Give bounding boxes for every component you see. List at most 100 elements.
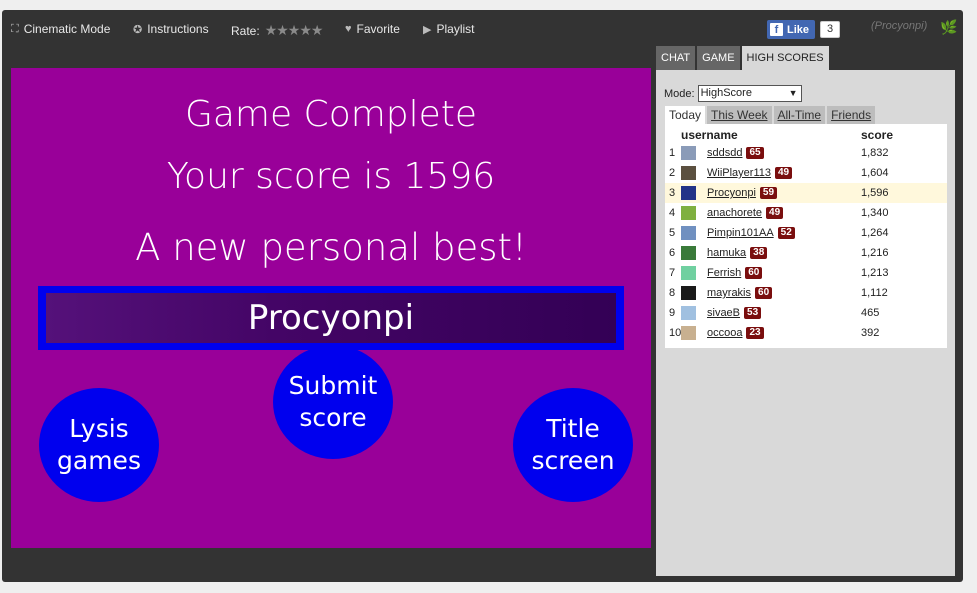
level-badge: 49: [775, 167, 793, 179]
avatar[interactable]: [681, 226, 696, 240]
sidebar-tabs: CHAT GAME HIGH SCORES: [656, 46, 831, 70]
facebook-like-widget: f Like 3: [767, 20, 841, 39]
player-name-field[interactable]: Procyonpi: [38, 286, 624, 350]
score-value: 465: [861, 307, 880, 319]
expand-icon: ⛶: [11, 22, 19, 35]
username-link[interactable]: hamuka 38: [707, 247, 768, 259]
like-count: 3: [820, 21, 841, 38]
instructions-button[interactable]: ✪ Instructions: [133, 22, 209, 36]
avatar[interactable]: [681, 186, 696, 200]
avatar[interactable]: [681, 166, 696, 180]
game-toolbar: ⛶ Cinematic Mode ✪ Instructions Rate: ★★…: [2, 10, 963, 46]
rating-widget[interactable]: Rate: ★★★★★: [231, 22, 324, 39]
level-badge: 60: [745, 267, 763, 279]
high-scores-panel: Mode: HighScore ▼ Today This Week All-Ti…: [656, 70, 955, 576]
high-scores-table: username score 1 sddsdd 65 1,832 2 WiiPlayer1…: [665, 124, 947, 348]
avatar[interactable]: [681, 146, 696, 160]
username-text: Procyonpi: [707, 187, 756, 199]
username-link[interactable]: sddsdd 65: [707, 147, 764, 159]
username-link[interactable]: WiiPlayer113 49: [707, 167, 793, 179]
playlist-button[interactable]: ▶ Playlist: [423, 22, 474, 36]
table-row: 6 hamuka 38 1,216: [665, 243, 947, 263]
username-text: WiiPlayer113: [707, 167, 771, 179]
game-frame: ⛶ Cinematic Mode ✪ Instructions Rate: ★★…: [2, 10, 963, 582]
tab-game[interactable]: GAME: [697, 46, 740, 70]
username-text: Pimpin101AA: [707, 227, 774, 239]
table-row: 5 Pimpin101AA 52 1,264: [665, 223, 947, 243]
cinematic-mode-button[interactable]: ⛶ Cinematic Mode: [11, 22, 110, 36]
table-row: 10 occooa 23 392: [665, 323, 947, 343]
level-badge: 49: [766, 207, 784, 219]
game-canvas[interactable]: Game Complete Your score is 1596 A new p…: [11, 68, 651, 548]
rank-number: 4: [669, 207, 676, 219]
level-badge: 52: [777, 227, 795, 239]
facebook-icon: f: [770, 23, 783, 36]
level-badge: 38: [750, 247, 768, 259]
period-tab-this-week[interactable]: This Week: [707, 106, 772, 124]
avatar[interactable]: [681, 266, 696, 280]
table-row: 9 sivaeB 53 465: [665, 303, 947, 323]
period-tabs: Today This Week All-Time Friends: [665, 106, 877, 124]
play-icon: ▶: [423, 23, 432, 36]
table-row: 2 WiiPlayer113 49 1,604: [665, 163, 947, 183]
score-value: 1,340: [861, 207, 889, 219]
username-link[interactable]: Ferrish 60: [707, 267, 763, 279]
score-value: 1,832: [861, 147, 889, 159]
personal-best-text: A new personal best!: [135, 226, 527, 269]
username-text: sddsdd: [707, 147, 743, 159]
mode-selector: Mode: HighScore ▼: [664, 85, 802, 102]
username-link[interactable]: anachorete 49: [707, 207, 784, 219]
level-badge: 23: [746, 327, 764, 339]
game-complete-heading: Game Complete: [184, 94, 478, 135]
table-row: 3 Procyonpi 59 1,596: [665, 183, 947, 203]
rank-number: 8: [669, 287, 676, 299]
score-column-header: score: [861, 128, 894, 142]
rank-number: 1: [669, 147, 676, 159]
username-text: anachorete: [707, 207, 763, 219]
username-link[interactable]: mayrakis 60: [707, 287, 773, 299]
submit-score-button[interactable]: Submit score: [273, 345, 393, 459]
period-tab-all-time[interactable]: All-Time: [773, 106, 826, 124]
player-name-value[interactable]: Procyonpi: [46, 293, 616, 343]
rank-number: 6: [669, 247, 676, 259]
level-badge: 60: [755, 287, 773, 299]
rank-number: 9: [669, 307, 676, 319]
rating-stars[interactable]: ★★★★★: [265, 22, 324, 39]
period-tab-today[interactable]: Today: [665, 106, 706, 124]
avatar[interactable]: [681, 286, 696, 300]
username-link[interactable]: Pimpin101AA 52: [707, 227, 795, 239]
level-badge: 59: [759, 187, 778, 199]
current-user-link[interactable]: (Procyonpi): [871, 20, 927, 32]
avatar[interactable]: [681, 306, 696, 320]
username-link[interactable]: Procyonpi 59: [707, 187, 778, 199]
score-value: 1,604: [861, 167, 889, 179]
avatar[interactable]: [681, 206, 696, 220]
avatar[interactable]: [681, 246, 696, 260]
rank-number: 7: [669, 267, 676, 279]
title-screen-button[interactable]: Title screen: [513, 388, 633, 502]
score-value: 1,216: [861, 247, 889, 259]
table-row: 1 sddsdd 65 1,832: [665, 143, 947, 163]
mode-dropdown[interactable]: HighScore ▼: [697, 85, 802, 102]
username-link[interactable]: sivaeB 53: [707, 307, 762, 319]
chevron-down-icon: ▼: [788, 88, 798, 98]
tab-chat[interactable]: CHAT: [656, 46, 696, 70]
period-tab-friends[interactable]: Friends: [827, 106, 876, 124]
rank-number: 2: [669, 167, 676, 179]
username-text: sivaeB: [707, 307, 741, 319]
table-row: 4 anachorete 49 1,340: [665, 203, 947, 223]
facebook-like-button[interactable]: f Like: [767, 20, 816, 39]
score-value: 1,596: [861, 187, 889, 199]
username-link[interactable]: occooa 23: [707, 327, 764, 339]
tab-high-scores[interactable]: HIGH SCORES: [741, 46, 829, 70]
avatar[interactable]: [681, 326, 696, 340]
info-icon: ✪: [133, 23, 143, 36]
rank-number: 10: [669, 327, 682, 339]
username-text: occooa: [707, 327, 743, 339]
username-text: hamuka: [707, 247, 747, 259]
username-text: mayrakis: [707, 287, 752, 299]
lysis-games-button[interactable]: Lysis games: [39, 388, 159, 502]
favorite-button[interactable]: ♥ Favorite: [345, 22, 400, 36]
score-value: 1,112: [861, 287, 888, 299]
score-value: 1,213: [861, 267, 889, 279]
